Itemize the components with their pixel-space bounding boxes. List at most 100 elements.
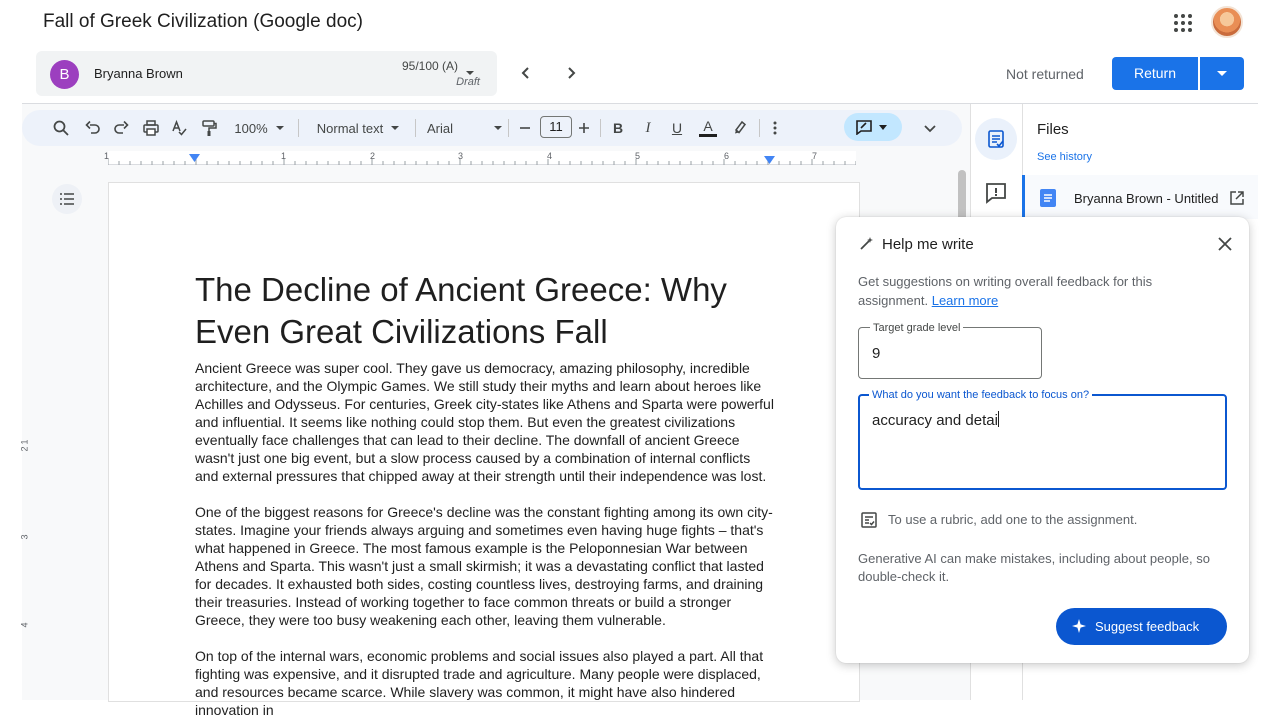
sparkle-icon <box>1072 619 1086 633</box>
spellcheck-icon[interactable] <box>168 110 190 146</box>
ruler-number: 1 <box>281 151 287 161</box>
redo-icon[interactable] <box>110 110 132 146</box>
feedback-focus-field[interactable] <box>858 394 1227 490</box>
feedback-focus-value: accuracy and detai <box>872 412 998 429</box>
divider <box>298 119 299 137</box>
next-student-icon[interactable] <box>561 63 581 83</box>
description-text: Get suggestions on writing overall feedb… <box>858 274 1153 308</box>
underline-button[interactable]: U <box>667 110 687 146</box>
chevron-down-icon <box>879 125 887 130</box>
paint-format-icon[interactable] <box>198 110 220 146</box>
files-rail-button[interactable] <box>975 118 1017 160</box>
apps-grid-icon[interactable] <box>1172 12 1194 34</box>
document-paragraph: One of the biggest reasons for Greece's … <box>195 504 773 628</box>
decrease-font-size-icon[interactable] <box>516 110 534 146</box>
list-icon <box>60 193 74 205</box>
help-me-write-description: Get suggestions on writing overall feedb… <box>858 272 1203 310</box>
bold-button[interactable]: B <box>608 110 628 146</box>
student-name: Bryanna Brown <box>94 66 183 81</box>
google-doc-icon <box>1040 189 1056 207</box>
ruler-number: 2 <box>370 151 376 161</box>
ruler-number: 2 <box>19 446 30 452</box>
style-value: Normal text <box>316 120 384 136</box>
rubric-icon <box>861 512 877 528</box>
text-color-button[interactable]: A <box>697 110 719 146</box>
highlight-icon[interactable] <box>729 110 751 146</box>
collapse-toolbar-icon[interactable] <box>920 110 940 146</box>
return-status: Not returned <box>1006 66 1084 82</box>
editing-mode-button[interactable] <box>844 113 902 141</box>
files-icon <box>988 130 1004 148</box>
document-heading: The Decline of Ancient Greece: Why Even … <box>195 271 727 350</box>
return-button[interactable]: Return <box>1112 57 1198 90</box>
divider <box>600 119 601 137</box>
font-value: Arial <box>427 120 454 136</box>
horizontal-ruler: 1 1 2 3 4 5 6 7 <box>104 151 856 165</box>
help-me-write-title: Help me write <box>882 236 974 253</box>
editor-toolbar: 100% Normal text Arial B I U A <box>22 110 962 146</box>
learn-more-link[interactable]: Learn more <box>932 293 998 308</box>
chevron-down-icon[interactable] <box>464 67 476 79</box>
files-title: Files <box>1037 121 1069 138</box>
document-paragraph: On top of the internal wars, economic pr… <box>195 648 764 718</box>
zoom-select[interactable]: 100% <box>228 110 290 146</box>
close-icon[interactable] <box>1215 234 1235 254</box>
ruler-number: 4 <box>19 622 30 628</box>
bold-label: B <box>612 120 624 136</box>
more-options-icon[interactable] <box>766 110 784 146</box>
suggest-feedback-button[interactable]: Suggest feedback <box>1056 608 1227 645</box>
text-color-swatch <box>699 134 717 137</box>
doc-title: Fall of Greek Civilization (Google doc) <box>43 11 363 32</box>
divider <box>759 119 760 137</box>
divider <box>415 119 416 137</box>
ruler-number: 3 <box>458 151 464 161</box>
italic-button[interactable]: I <box>638 110 658 146</box>
return-options-button[interactable] <box>1200 57 1244 90</box>
top-bar: Fall of Greek Civilization (Google doc) <box>0 0 1280 46</box>
target-grade-label: Target grade level <box>870 322 964 334</box>
ruler-number: 3 <box>19 534 30 540</box>
open-in-new-icon[interactable] <box>1229 190 1245 206</box>
italic-label: I <box>645 119 651 136</box>
ruler-number: 1 <box>104 151 110 161</box>
font-size-input[interactable]: 11 <box>540 116 572 138</box>
comment-edit-icon <box>856 120 872 135</box>
file-name: Bryanna Brown - Untitled document <box>1074 191 1222 206</box>
target-grade-input[interactable]: 9 <box>872 345 880 362</box>
ruler-ticks <box>108 159 856 165</box>
suggest-feedback-label: Suggest feedback <box>1095 619 1200 634</box>
search-menus-icon[interactable] <box>50 110 72 146</box>
rubric-hint: To use a rubric, add one to the assignme… <box>888 512 1138 527</box>
underline-label: U <box>671 120 683 136</box>
divider <box>508 119 509 137</box>
ruler-number: 6 <box>724 151 730 161</box>
ai-disclaimer: Generative AI can make mistakes, includi… <box>858 551 1210 584</box>
feedback-focus-input[interactable]: accuracy and detai <box>872 411 999 429</box>
magic-pen-icon <box>860 237 873 250</box>
user-avatar[interactable] <box>1211 6 1243 38</box>
text-cursor <box>997 411 999 427</box>
document-paragraph: Ancient Greece was super cool. They gave… <box>195 360 774 484</box>
ruler-number: 4 <box>547 151 553 161</box>
student-avatar: B <box>50 60 79 89</box>
zoom-value: 100% <box>234 120 268 136</box>
ruler-number: 5 <box>635 151 641 161</box>
see-history-link[interactable]: See history <box>1037 151 1092 163</box>
ruler-number: 1 <box>19 439 30 445</box>
student-selector[interactable]: B Bryanna Brown 95/100 (A) Draft <box>36 51 497 96</box>
text-color-label: A <box>703 118 713 134</box>
previous-student-icon[interactable] <box>516 63 536 83</box>
increase-font-size-icon[interactable] <box>575 110 593 146</box>
vertical-ruler: 1 2 3 4 <box>19 170 34 700</box>
right-indent-marker[interactable] <box>764 156 775 164</box>
feedback-focus-label: What do you want the feedback to focus o… <box>869 389 1093 401</box>
ruler-number: 7 <box>812 151 818 161</box>
document-outline-button[interactable] <box>52 184 82 214</box>
print-icon[interactable] <box>140 110 162 146</box>
target-grade-field[interactable] <box>858 327 1042 379</box>
font-select[interactable]: Arial <box>422 110 502 146</box>
style-select[interactable]: Normal text <box>308 110 408 146</box>
comments-icon[interactable] <box>983 180 1009 206</box>
undo-icon[interactable] <box>82 110 104 146</box>
left-indent-marker[interactable] <box>189 154 200 162</box>
